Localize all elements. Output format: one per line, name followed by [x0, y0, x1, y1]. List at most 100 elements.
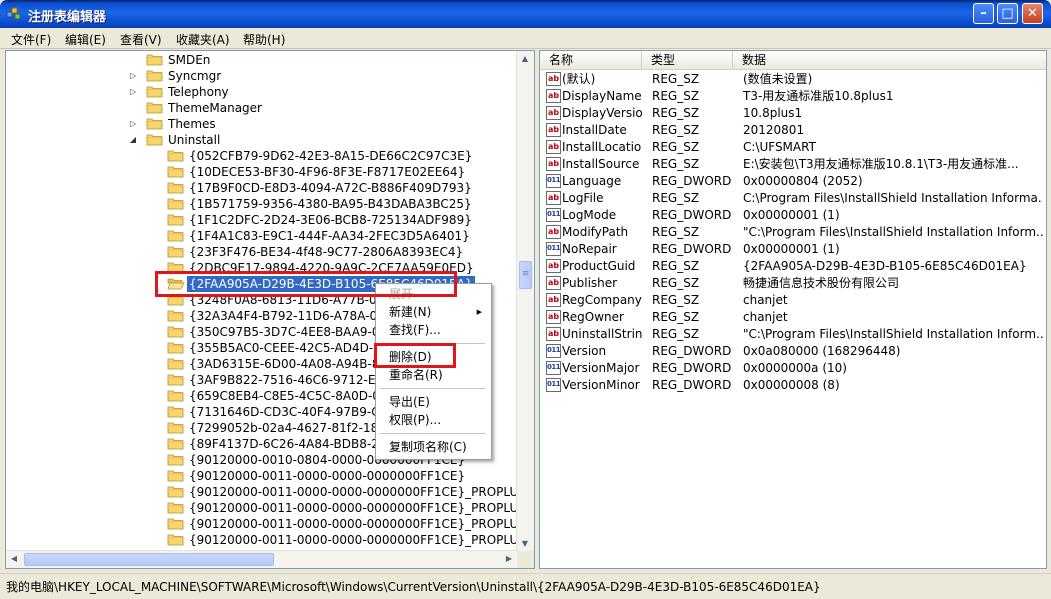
tree-node-label[interactable]: {90120000-0011-0000-0000-0000000FF1CE}_P…	[187, 516, 534, 532]
ctx-export[interactable]: 导出(E)	[376, 393, 489, 411]
list-row[interactable]: 011 Language REG_DWORD 0x00000804 (2052)	[540, 173, 1046, 190]
ctx-permissions[interactable]: 权限(P)...	[376, 411, 489, 429]
tree-node-label[interactable]: Uninstall	[166, 132, 222, 148]
folder-icon	[167, 309, 184, 322]
value-data: 20120801	[743, 123, 805, 137]
list-row[interactable]: ab DisplayVersion REG_SZ 10.8plus1	[540, 105, 1046, 122]
tree-node-label[interactable]: SMDEn	[166, 52, 212, 68]
list-row[interactable]: 011 Version REG_DWORD 0x0a080000 (168296448…	[540, 343, 1046, 360]
ctx-delete[interactable]: 删除(D)	[376, 348, 489, 366]
ctx-new[interactable]: 新建(N) ▶	[376, 303, 489, 321]
tree-node-label[interactable]: {2DBC9E17-9894-4220-9A9C-2CE7AA59E0ED}	[187, 260, 476, 276]
column-header-data[interactable]: 数据	[733, 51, 1046, 69]
tree-node-label[interactable]: {17B9F0CD-E8D3-4094-A72C-B886F409D793}	[187, 180, 474, 196]
tree-node-label[interactable]: {90120000-0011-0000-0000-0000000FF1CE}_P…	[187, 532, 534, 548]
list-row[interactable]: ab ProductGuid REG_SZ {2FAA905A-D29B-4E3D-B…	[540, 258, 1046, 275]
maximize-button[interactable]: □	[997, 3, 1018, 24]
column-header-name[interactable]: 名称	[540, 51, 642, 69]
tree-node-label[interactable]: ThemeManager	[166, 100, 264, 116]
tree-node-label[interactable]: {1B571759-9356-4380-BA95-B43DABA3BC25}	[187, 196, 474, 212]
folder-icon	[167, 453, 184, 466]
binary-value-icon: 011	[546, 174, 561, 188]
tree-node-label[interactable]: {1F1C2DFC-2D24-3E06-BCB8-725134ADF989}	[187, 212, 474, 228]
ctx-item-label: 展开	[389, 287, 414, 301]
scroll-thumb-horizontal[interactable]	[24, 553, 274, 566]
list-row[interactable]: ab InstallSource REG_SZ E:\安装包\T3用友通标准版10.8…	[540, 156, 1046, 173]
tree-node-label[interactable]: {10DECE53-BF30-4F96-8F3E-F8717E02EE64}	[187, 164, 467, 180]
tree-node-label[interactable]: {1F4A1C83-E9C1-444F-AA34-2FEC3D5A6401}	[187, 228, 472, 244]
list-row[interactable]: 011 NoRepair REG_DWORD 0x00000001 (1)	[540, 241, 1046, 258]
scroll-up-icon[interactable]: ▲	[517, 51, 533, 67]
value-data: 0x00000001 (1)	[743, 242, 840, 256]
title-bar[interactable]: 注册表编辑器 – □ ✕	[0, 0, 1051, 28]
tree-vertical-scrollbar[interactable]: ▲ ≡ ▼	[516, 51, 534, 552]
list-row[interactable]: ab InstallDate REG_SZ 20120801	[540, 122, 1046, 139]
expand-arrow-icon[interactable]: ▷	[129, 119, 137, 129]
expand-arrow-icon[interactable]: ▷	[129, 87, 137, 97]
list-row[interactable]: ab LogFile REG_SZ C:\Program Files\InstallS…	[540, 190, 1046, 207]
folder-icon	[167, 373, 184, 386]
folder-icon	[167, 421, 184, 434]
list-header: 名称 类型 数据	[540, 51, 1046, 70]
value-name: Language	[562, 174, 622, 188]
expand-arrow-icon[interactable]: ▷	[129, 71, 137, 81]
column-header-type[interactable]: 类型	[642, 51, 733, 69]
scroll-thumb[interactable]: ≡	[519, 261, 532, 289]
string-value-icon: ab	[546, 123, 561, 137]
scroll-down-icon[interactable]: ▼	[517, 536, 533, 552]
tree-node-label[interactable]: Syncmgr	[166, 68, 223, 84]
value-type: REG_DWORD	[652, 361, 732, 375]
minimize-button[interactable]: –	[973, 3, 994, 24]
value-data: 0x0a080000 (168296448)	[743, 344, 901, 358]
list-row[interactable]: ab UninstallString REG_SZ "C:\Program Files…	[540, 326, 1046, 343]
list-row[interactable]: ab Publisher REG_SZ 畅捷通信息技术股份有限公司	[540, 275, 1046, 292]
menu-favorites[interactable]: 收藏夹(A)	[176, 31, 230, 48]
tree-node-label[interactable]: {052CFB79-9D62-42E3-8A15-DE66C2C97C3E}	[187, 148, 474, 164]
string-value-icon: ab	[546, 225, 561, 239]
status-path: 我的电脑\HKEY_LOCAL_MACHINE\SOFTWARE\Microso…	[6, 580, 821, 594]
tree-node-label[interactable]: Themes	[166, 116, 218, 132]
scroll-corner	[517, 551, 534, 568]
list-row[interactable]: ab ModifyPath REG_SZ "C:\Program Files\Inst…	[540, 224, 1046, 241]
value-name: DisplayName	[562, 89, 642, 103]
list-row[interactable]: 011 VersionMinor REG_DWORD 0x00000008 (8)	[540, 377, 1046, 394]
tree-node-label[interactable]: {90120000-0011-0000-0000-0000000FF1CE}_P…	[187, 500, 534, 516]
menu-view[interactable]: 查看(V)	[120, 31, 162, 48]
menu-help[interactable]: 帮助(H)	[243, 31, 285, 48]
list-row[interactable]: ab DisplayName REG_SZ T3-用友通标准版10.8plus1	[540, 88, 1046, 105]
value-type: REG_DWORD	[652, 344, 732, 358]
collapse-arrow-icon[interactable]: ◢	[129, 135, 137, 145]
value-type: REG_SZ	[652, 327, 700, 341]
string-value-icon: ab	[546, 327, 561, 341]
ctx-find[interactable]: 查找(F)...	[376, 321, 489, 339]
values-list[interactable]: 名称 类型 数据 ab (默认) REG_SZ (数值未设置) ab DisplayNam…	[539, 50, 1047, 569]
value-data: chanjet	[743, 310, 788, 324]
close-button[interactable]: ✕	[1022, 3, 1043, 24]
tree-node-label[interactable]: {90120000-0011-0000-0000-0000000FF1CE}_P…	[187, 484, 534, 500]
list-row[interactable]: ab RegCompany REG_SZ chanjet	[540, 292, 1046, 309]
regedit-icon	[6, 7, 21, 20]
string-value-icon: ab	[546, 310, 561, 324]
tree-horizontal-scrollbar[interactable]: ◀ ▶	[6, 550, 517, 568]
tree-node-label[interactable]: {23F3F476-BE34-4f48-9C77-2806A8393EC4}	[187, 244, 465, 260]
list-row[interactable]: 011 VersionMajor REG_DWORD 0x0000000a (10)	[540, 360, 1046, 377]
value-type: REG_SZ	[652, 72, 700, 86]
menu-bar: 文件(F) 编辑(E) 查看(V) 收藏夹(A) 帮助(H)	[0, 28, 1051, 49]
regedit-window: 注册表编辑器 – □ ✕ 文件(F) 编辑(E) 查看(V) 收藏夹(A) 帮助…	[0, 0, 1051, 599]
list-row[interactable]: ab (默认) REG_SZ (数值未设置)	[540, 71, 1046, 88]
menu-file[interactable]: 文件(F)	[11, 31, 51, 48]
ctx-rename[interactable]: 重命名(R)	[376, 366, 489, 384]
list-row[interactable]: 011 LogMode REG_DWORD 0x00000001 (1)	[540, 207, 1046, 224]
list-row[interactable]: ab RegOwner REG_SZ chanjet	[540, 309, 1046, 326]
tree-node-label[interactable]: Telephony	[166, 84, 231, 100]
ctx-copy-key-name[interactable]: 复制项名称(C)	[376, 438, 489, 456]
tree-node-label[interactable]: {90120000-0011-0000-0000-0000000FF1CE}	[187, 468, 467, 484]
ctx-item-label: 复制项名称(C)	[389, 440, 467, 454]
value-type: REG_DWORD	[652, 378, 732, 392]
scroll-left-icon[interactable]: ◀	[6, 551, 22, 567]
value-name: LogMode	[562, 208, 617, 222]
list-row[interactable]: ab InstallLocation REG_SZ C:\UFSMART	[540, 139, 1046, 156]
scroll-right-icon[interactable]: ▶	[501, 551, 517, 567]
menu-edit[interactable]: 编辑(E)	[65, 31, 106, 48]
binary-value-icon: 011	[546, 378, 561, 392]
